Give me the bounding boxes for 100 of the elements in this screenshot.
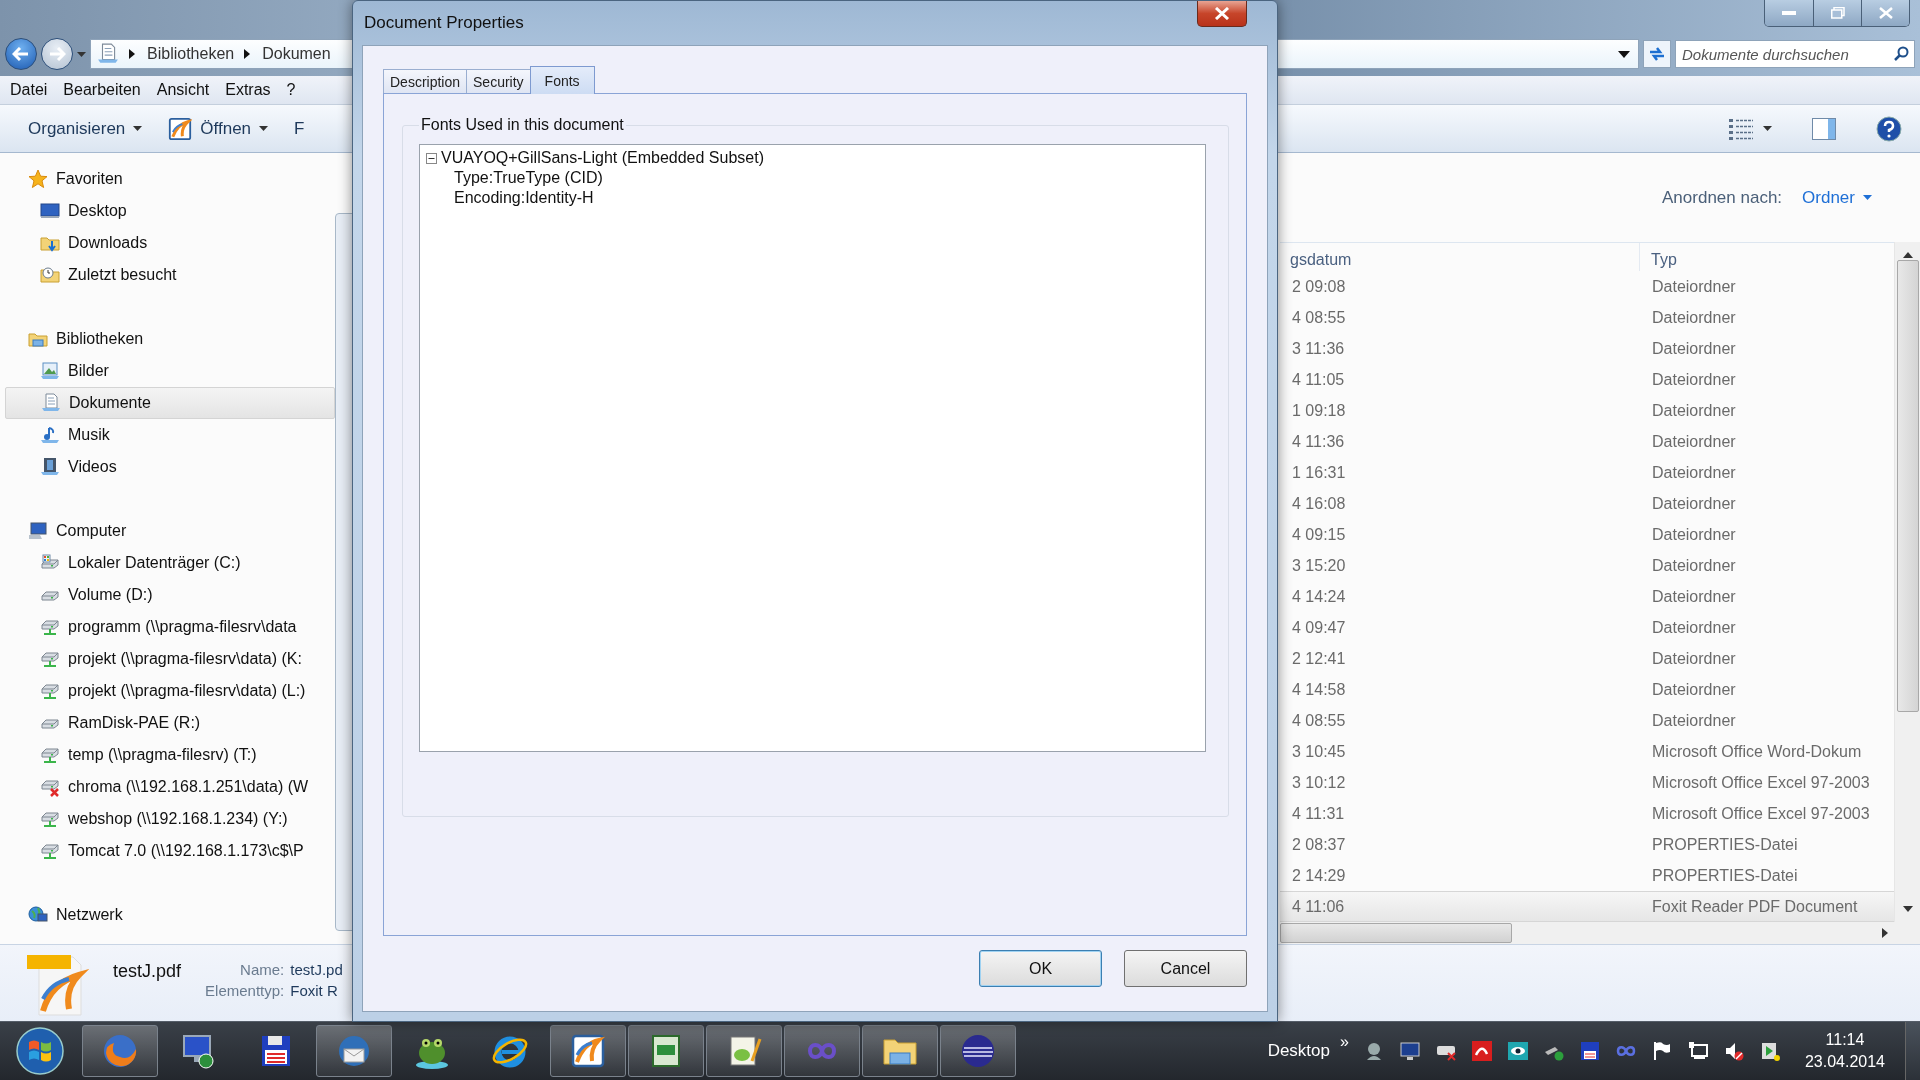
file-row[interactable]: 4 16:08 Dateiordner (1280, 488, 1895, 520)
nav-item[interactable]: Tomcat 7.0 (\\192.168.1.173\c$\P (5, 835, 335, 867)
file-row[interactable]: 3 15:20 Dateiordner (1280, 550, 1895, 582)
network-icon[interactable] (1686, 1040, 1709, 1062)
file-row[interactable]: 3 11:36 Dateiordner (1280, 333, 1895, 365)
date-cell-text: 3 10:45 (1291, 742, 1347, 761)
toolbar-button[interactable]: F (286, 112, 313, 145)
menu-item[interactable]: Bearbeiten (55, 81, 149, 99)
breadcrumb-item[interactable]: Dokumen (262, 45, 331, 63)
file-row[interactable]: 2 08:37 PROPERTIES-Datei (1280, 829, 1895, 861)
file-row[interactable]: 4 11:05 Dateiordner (1280, 364, 1895, 396)
arrange-dropdown[interactable]: Ordner (1802, 187, 1872, 208)
nav-item[interactable]: Musik (5, 419, 335, 451)
taskbar-button[interactable] (862, 1025, 938, 1077)
nav-item[interactable]: Computer (5, 515, 335, 547)
nav-item[interactable]: Volume (D:) (5, 579, 335, 611)
pdf-app-icon (168, 116, 193, 141)
date-cell-text: 4 11:36 (1291, 432, 1346, 451)
file-row[interactable]: 4 08:55 Dateiordner (1280, 302, 1895, 334)
nav-item[interactable]: Favoriten (5, 163, 335, 195)
taskbar-button[interactable] (706, 1025, 782, 1077)
tree-item[interactable]: VUAYOQ+GillSans-Light (Embedded Subset) (441, 149, 764, 167)
caret-icon[interactable] (1618, 50, 1630, 58)
nav-item[interactable]: RamDisk-PAE (R:) (5, 707, 335, 739)
restore-button[interactable] (1813, 0, 1861, 26)
collapse-icon[interactable] (426, 152, 437, 164)
file-row[interactable]: 3 10:45 Microsoft Office Word-Dokum (1280, 736, 1895, 768)
column-header[interactable]: gsdatum (1280, 243, 1640, 272)
search-field[interactable]: Dokumente durchsuchen (1675, 40, 1915, 68)
file-row[interactable]: 1 16:31 Dateiordner (1280, 457, 1895, 489)
tab[interactable]: Description (383, 69, 468, 93)
clock[interactable]: 11:14 23.04.2014 (1804, 1029, 1885, 1073)
monitor-icon[interactable] (1398, 1040, 1421, 1062)
nav-item[interactable]: Lokaler Datenträger (C:) (5, 547, 335, 579)
nav-item[interactable]: Bilder (5, 355, 335, 387)
help-icon[interactable] (1876, 115, 1902, 142)
clock-date: 23.04.2014 (1804, 1052, 1885, 1072)
taskbar-button[interactable] (316, 1025, 392, 1077)
file-row[interactable]: 4 11:36 Dateiordner (1280, 426, 1895, 458)
taskbar-button[interactable] (628, 1025, 704, 1077)
toolbar-overflow-button[interactable]: » (1340, 1033, 1349, 1051)
menu-item[interactable]: ? (278, 81, 304, 99)
nav-item[interactable]: chroma (\\192.168.1.251\data) (W (5, 771, 335, 803)
tab[interactable]: Fonts (529, 66, 595, 94)
desktop-toolbar-label[interactable]: Desktop (1267, 1041, 1330, 1061)
organize-menu-button[interactable]: Organisieren (20, 112, 151, 145)
scroll-up-arrow-icon[interactable] (1902, 252, 1913, 259)
file-row[interactable]: 4 11:06 Foxit Reader PDF Document (1280, 891, 1895, 923)
nav-item[interactable]: webshop (\\192.168.1.234) (Y:) (5, 803, 335, 835)
file-row[interactable]: 4 09:47 Dateiordner (1280, 612, 1895, 644)
column-header[interactable]: Typ (1640, 243, 1895, 272)
dialog-button[interactable]: OK (979, 950, 1102, 987)
file-row[interactable]: 4 11:31 Microsoft Office Excel 97-2003 (1280, 798, 1895, 830)
computer-icon (28, 521, 48, 541)
nav-item[interactable]: temp (\\pragma-filesrv) (T:) (5, 739, 335, 771)
close-button[interactable] (1861, 0, 1909, 26)
taskbar-button[interactable] (940, 1025, 1016, 1077)
file-row[interactable]: 2 09:08 Dateiordner (1280, 271, 1895, 303)
nav-item[interactable]: Netzwerk (5, 899, 335, 931)
refresh-button[interactable] (1643, 40, 1671, 68)
tab[interactable]: Security (466, 69, 531, 93)
dialog-button[interactable]: Cancel (1124, 950, 1247, 987)
scroll-down-arrow-icon[interactable] (1902, 906, 1913, 913)
date-cell-text: 4 11:06 (1291, 897, 1346, 916)
menu-item[interactable]: Extras (217, 81, 279, 99)
breadcrumb-item[interactable]: Bibliotheken (147, 45, 235, 63)
back-button[interactable] (5, 38, 37, 70)
close-button[interactable] (1197, 1, 1247, 27)
horizontal-scrollbar[interactable] (1280, 922, 1920, 944)
nav-item[interactable]: projekt (\\pragma-filesrv\data) (K: (5, 643, 335, 675)
nav-item[interactable]: Dokumente (5, 387, 335, 419)
nav-item[interactable]: Bibliotheken (5, 323, 335, 355)
file-row[interactable]: 4 08:55 Dateiordner (1280, 705, 1895, 737)
file-row[interactable]: 4 14:24 Dateiordner (1280, 581, 1895, 613)
tree-item[interactable]: Type:TrueType (CID) (454, 169, 603, 187)
list-view-icon[interactable] (1729, 117, 1753, 140)
forward-button[interactable] (41, 38, 73, 70)
nav-item[interactable]: Zuletzt besucht (5, 259, 335, 291)
preview-pane-icon[interactable] (1812, 117, 1836, 140)
file-row[interactable]: 2 14:29 PROPERTIES-Datei (1280, 860, 1895, 892)
scroll-right-arrow-icon[interactable] (1882, 928, 1888, 939)
tree-item[interactable]: Encoding:Identity-H (454, 189, 594, 207)
file-row[interactable]: 4 14:58 Dateiordner (1280, 674, 1895, 706)
vertical-scrollbar[interactable] (1894, 242, 1920, 923)
file-row[interactable]: 1 09:18 Dateiordner (1280, 395, 1895, 427)
nav-item[interactable]: programm (\\pragma-filesrv\data (5, 611, 335, 643)
date-cell-text: 4 08:55 (1291, 308, 1347, 327)
file-row[interactable]: 4 09:15 Dateiordner (1280, 519, 1895, 551)
menu-item[interactable]: Datei (2, 81, 56, 99)
nav-item[interactable]: Desktop (5, 195, 335, 227)
taskbar-button[interactable] (550, 1025, 626, 1077)
nav-item[interactable]: Downloads (5, 227, 335, 259)
file-row[interactable]: 3 10:12 Microsoft Office Excel 97-2003 (1280, 767, 1895, 799)
type-cell-text: Dateiordner (1651, 401, 1736, 420)
eye-icon[interactable] (1506, 1040, 1529, 1062)
open-button[interactable]: Öffnen (160, 110, 277, 147)
nav-item[interactable]: projekt (\\pragma-filesrv\data) (L:) (5, 675, 335, 707)
nav-item[interactable]: Videos (5, 451, 335, 483)
menu-item[interactable]: Ansicht (148, 81, 218, 99)
file-row[interactable]: 2 12:41 Dateiordner (1280, 643, 1895, 675)
